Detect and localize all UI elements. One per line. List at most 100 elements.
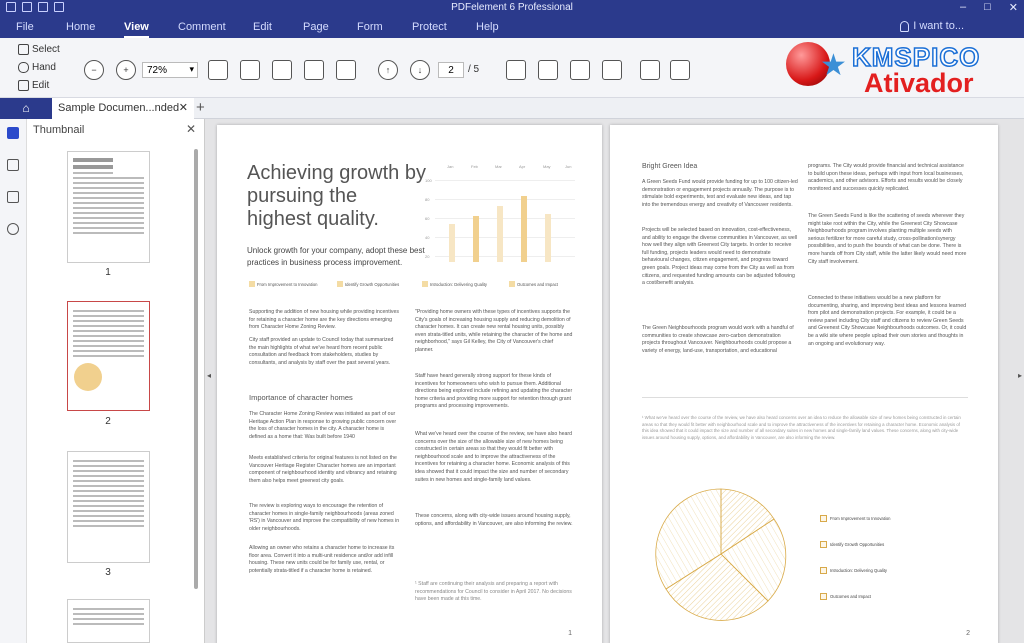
fit-width-icon[interactable] — [240, 60, 260, 80]
page2-pie-chart — [655, 488, 787, 621]
thumbnail-scrollbar[interactable] — [194, 149, 198, 589]
close-tab-icon[interactable]: ✕ — [179, 101, 188, 114]
home-tab[interactable]: ⌂ — [0, 98, 52, 119]
document-tab[interactable]: Sample Documen...nded ✕ — [52, 98, 194, 119]
search-icon[interactable] — [7, 223, 19, 235]
add-tab-button[interactable]: + — [196, 99, 205, 116]
thumbnail-number-1: 1 — [105, 267, 111, 278]
page1-col1-p2: City staff provided an update to Council… — [249, 337, 394, 366]
split-view-icon[interactable] — [602, 60, 622, 80]
chart-month: Mar — [495, 164, 502, 169]
page1-footnote: ¹ Staff are continuing their analysis an… — [415, 581, 572, 603]
category-label: Outcomes and Impact — [509, 281, 558, 287]
comment-panel-icon[interactable] — [7, 191, 19, 203]
select-tool[interactable]: Select — [18, 44, 60, 55]
logo-star-icon: ★ — [820, 49, 847, 82]
watermark-logo: ★ KMSPICO Ativador — [786, 40, 1018, 102]
i-want-to-search[interactable]: I want to... — [900, 20, 964, 32]
single-page-icon[interactable] — [506, 60, 526, 80]
maximize-button[interactable]: □ — [984, 1, 991, 14]
thumbnail-title: Thumbnail — [33, 124, 85, 136]
i-want-to-label: I want to... — [913, 20, 964, 32]
page1-col1-p4: Meets established criteria for original … — [249, 455, 397, 484]
minimize-button[interactable]: – — [960, 1, 966, 14]
category-label: Introduction: Delivering Quality — [422, 281, 487, 287]
chart-month: Feb — [471, 164, 478, 169]
menu-protect[interactable]: Protect — [412, 21, 447, 33]
thumbnail-page-4[interactable] — [67, 599, 150, 643]
logo-text-ativador: Ativador — [864, 68, 974, 98]
page1-col2-p1: "Providing home owners with these types … — [415, 309, 573, 353]
category-label: From Improvement to Innovation — [249, 281, 318, 287]
page1-col1-p3: The Character Home Zoning Review was ini… — [249, 411, 397, 440]
page1-col2-p3: What we've heard over the course of the … — [415, 431, 572, 483]
thumbnail-panel-icon[interactable] — [7, 127, 19, 139]
previous-page-button[interactable]: ↑ — [378, 60, 398, 80]
menu-file[interactable]: File — [16, 21, 34, 33]
menu-home[interactable]: Home — [66, 21, 95, 33]
fit-height-icon[interactable] — [304, 60, 324, 80]
home-icon: ⌂ — [22, 101, 30, 115]
page2-divider — [642, 397, 968, 398]
chart-bar — [497, 206, 503, 262]
close-thumbnail-icon[interactable]: ✕ — [186, 122, 196, 136]
collapse-right-arrow[interactable]: ▸ — [1018, 371, 1022, 380]
window-controls: – □ ✕ — [960, 1, 1018, 14]
menu-form[interactable]: Form — [357, 21, 383, 33]
page1-number: 1 — [568, 630, 572, 637]
next-page-button[interactable]: ↓ — [410, 60, 430, 80]
chart-bar — [521, 196, 527, 262]
page2-heading: Bright Green Idea — [642, 163, 698, 170]
document-viewer: ◂ ▸ Achieving growth by pursuing the hig… — [205, 119, 1024, 643]
bookmark-icon[interactable] — [670, 60, 690, 80]
chart-y-tick: 20 — [425, 254, 430, 259]
menu-comment[interactable]: Comment — [178, 21, 226, 33]
pie-legend-item: Outcomes and Impact — [820, 593, 871, 600]
page1-subhead: Unlock growth for your company, adopt th… — [247, 246, 425, 267]
close-window-button[interactable]: ✕ — [1009, 1, 1018, 14]
select-label: Select — [32, 44, 60, 55]
two-page-icon[interactable] — [570, 60, 590, 80]
page1-col1-heading: Importance of character homes — [249, 393, 353, 402]
app-window: PDFelement 6 Professional – □ ✕ File Hom… — [0, 0, 1024, 643]
document-tab-label: Sample Documen...nded — [58, 102, 180, 114]
pie-legend-item: Introduction: Delivering Quality — [820, 567, 887, 574]
edit-tool[interactable]: Edit — [18, 80, 49, 91]
pencil-icon — [18, 80, 29, 91]
pdf-page-1: Achieving growth by pursuing the highest… — [217, 125, 602, 643]
hand-label: Hand — [32, 62, 56, 73]
chart-y-tick: 60 — [425, 216, 430, 221]
zoom-dropdown[interactable]: 72% — [142, 62, 198, 78]
actual-size-icon[interactable] — [208, 60, 228, 80]
menu-edit[interactable]: Edit — [253, 21, 272, 33]
thumbnail-page-1[interactable] — [67, 151, 150, 263]
chart-y-tick: 100 — [425, 178, 432, 183]
chart-bar — [449, 224, 455, 262]
hand-tool[interactable]: Hand — [18, 62, 56, 73]
chart-month: Apr — [519, 164, 526, 169]
page2-quote: ¹ What we've heard over the course of th… — [642, 415, 961, 440]
page1-bar-chart: Jan Feb Mar Apr May Jun 100 80 60 40 20 — [425, 164, 575, 262]
menu-help[interactable]: Help — [476, 21, 499, 33]
fit-page-icon[interactable] — [272, 60, 292, 80]
thumbnail-page-3[interactable] — [67, 451, 150, 563]
bookmark-panel-icon[interactable] — [7, 159, 19, 171]
zoom-out-button[interactable]: − — [84, 60, 104, 80]
page-number-input[interactable]: 2 — [438, 62, 464, 78]
collapse-left-arrow[interactable]: ◂ — [207, 371, 211, 380]
chart-bar — [545, 214, 551, 262]
lightbulb-icon — [900, 20, 910, 32]
page2-col1-p3: The Green Neighbourhoods program would w… — [642, 325, 794, 354]
thumbnail-page-2[interactable] — [67, 301, 150, 411]
page1-col2-p2: Staff have heard generally strong suppor… — [415, 373, 573, 410]
snapshot-icon[interactable] — [640, 60, 660, 80]
chart-y-tick: 40 — [425, 235, 430, 240]
continuous-icon[interactable] — [538, 60, 558, 80]
zoom-in-button[interactable]: + — [116, 60, 136, 80]
page1-col1-p5: The review is exploring ways to encourag… — [249, 503, 400, 532]
menu-page[interactable]: Page — [303, 21, 329, 33]
menu-view[interactable]: View — [124, 21, 149, 38]
page2-col2-p2: The Green Seeds Fund is like the scatter… — [808, 213, 967, 265]
page2-col1-p1: A Green Seeds Fund would provide funding… — [642, 179, 798, 208]
fullscreen-icon[interactable] — [336, 60, 356, 80]
